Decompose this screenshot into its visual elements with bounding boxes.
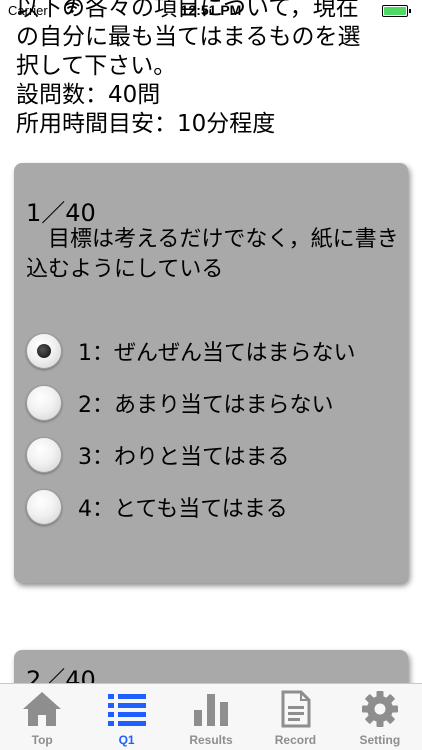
question-count: 設問数：40問	[16, 82, 161, 108]
battery-icon	[382, 5, 411, 17]
tab-setting[interactable]: Setting	[338, 684, 422, 750]
clock: 12:51 PM	[180, 2, 242, 18]
bar-chart-icon	[194, 694, 229, 726]
tab-label: Results	[189, 733, 233, 747]
question-number: 1／40	[26, 199, 96, 227]
answer-label: 1：ぜんぜん当てはまらない	[78, 341, 356, 366]
answer-option-1[interactable]: 1：ぜんぜん当てはまらない	[26, 325, 416, 377]
answer-option-3[interactable]: 3：わりと当てはまる	[26, 429, 416, 481]
answer-label: 3：わりと当てはまる	[78, 445, 290, 470]
instruction-line: の自分に最も当てはまるものを選	[16, 24, 361, 50]
tab-label: Record	[274, 733, 317, 747]
instruction-line: 択して下さい。	[16, 53, 177, 79]
tab-q1[interactable]: Q1	[84, 684, 168, 750]
gear-icon	[361, 691, 398, 727]
question-card: 1／40 目標は考えるだけでなく，紙に書き込むようにしている 1：ぜんぜん当ては…	[14, 163, 408, 583]
list-icon	[107, 694, 146, 726]
radio-button[interactable]	[26, 385, 62, 421]
tab-label: Q1	[118, 733, 135, 747]
document-icon	[281, 690, 311, 728]
answer-option-2[interactable]: 2：あまり当てはまらない	[26, 377, 416, 429]
tab-record[interactable]: Record	[253, 684, 337, 750]
answer-options: 1：ぜんぜん当てはまらない 2：あまり当てはまらない 3：わりと当てはまる 4：…	[26, 325, 416, 533]
answer-label: 4：とても当てはまる	[78, 497, 288, 522]
radio-button[interactable]	[26, 489, 62, 525]
tab-bar: Top Q1 Results Record Setting	[0, 683, 422, 750]
answer-option-4[interactable]: 4：とても当てはまる	[26, 481, 416, 533]
radio-button-selected[interactable]	[26, 333, 62, 369]
tab-label: Setting	[359, 733, 401, 747]
tab-top[interactable]: Top	[0, 684, 84, 750]
instructions: 以下の各々の項目について，現在 の自分に最も当てはまるものを選 択して下さい。 …	[16, 0, 416, 139]
tab-results[interactable]: Results	[169, 684, 253, 750]
status-bar: Carrier 12:51 PM	[0, 0, 422, 20]
home-icon	[23, 692, 62, 726]
question-text: 目標は考えるだけでなく，紙に書き込むようにしている	[26, 227, 399, 282]
estimated-time: 所用時間目安：10分程度	[16, 111, 276, 137]
tab-label: Top	[31, 733, 53, 747]
radio-button[interactable]	[26, 437, 62, 473]
answer-label: 2：あまり当てはまらない	[78, 393, 334, 418]
